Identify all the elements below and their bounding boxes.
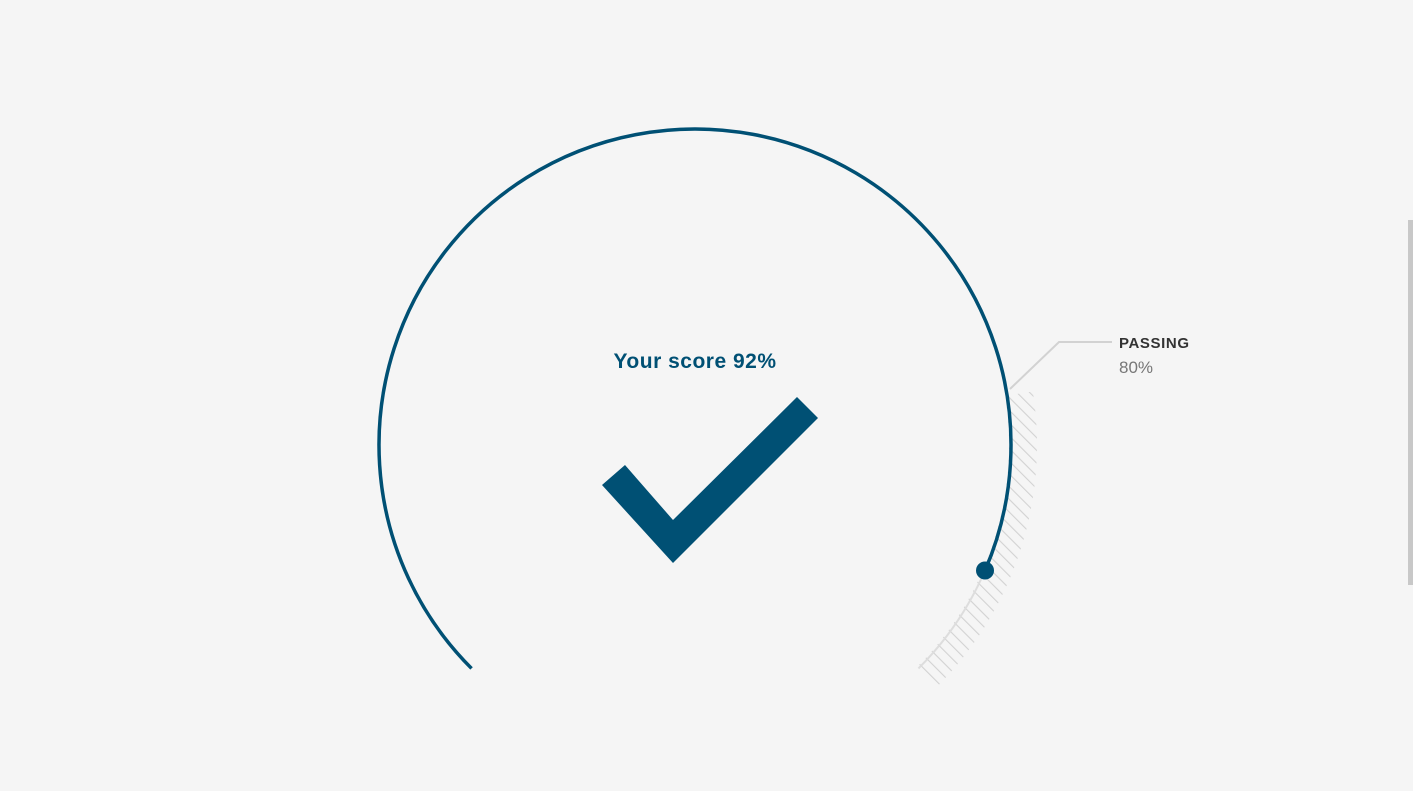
score-indicator-dot <box>976 561 995 580</box>
scrollbar-thumb[interactable] <box>1408 220 1413 585</box>
score-arc <box>377 127 1013 670</box>
scrollbar-track[interactable] <box>1407 0 1413 791</box>
score-gauge <box>377 127 1112 687</box>
checkmark-icon <box>602 397 818 563</box>
passing-label: PASSING <box>1119 335 1190 352</box>
score-label: Your score 92% <box>613 350 777 373</box>
passing-value: 80% <box>1119 358 1154 377</box>
score-result-screen: Your score 92% PASSING 80% <box>0 0 1413 791</box>
passing-leader-line <box>1009 341 1112 390</box>
passing-zone-hatch <box>917 391 1037 687</box>
